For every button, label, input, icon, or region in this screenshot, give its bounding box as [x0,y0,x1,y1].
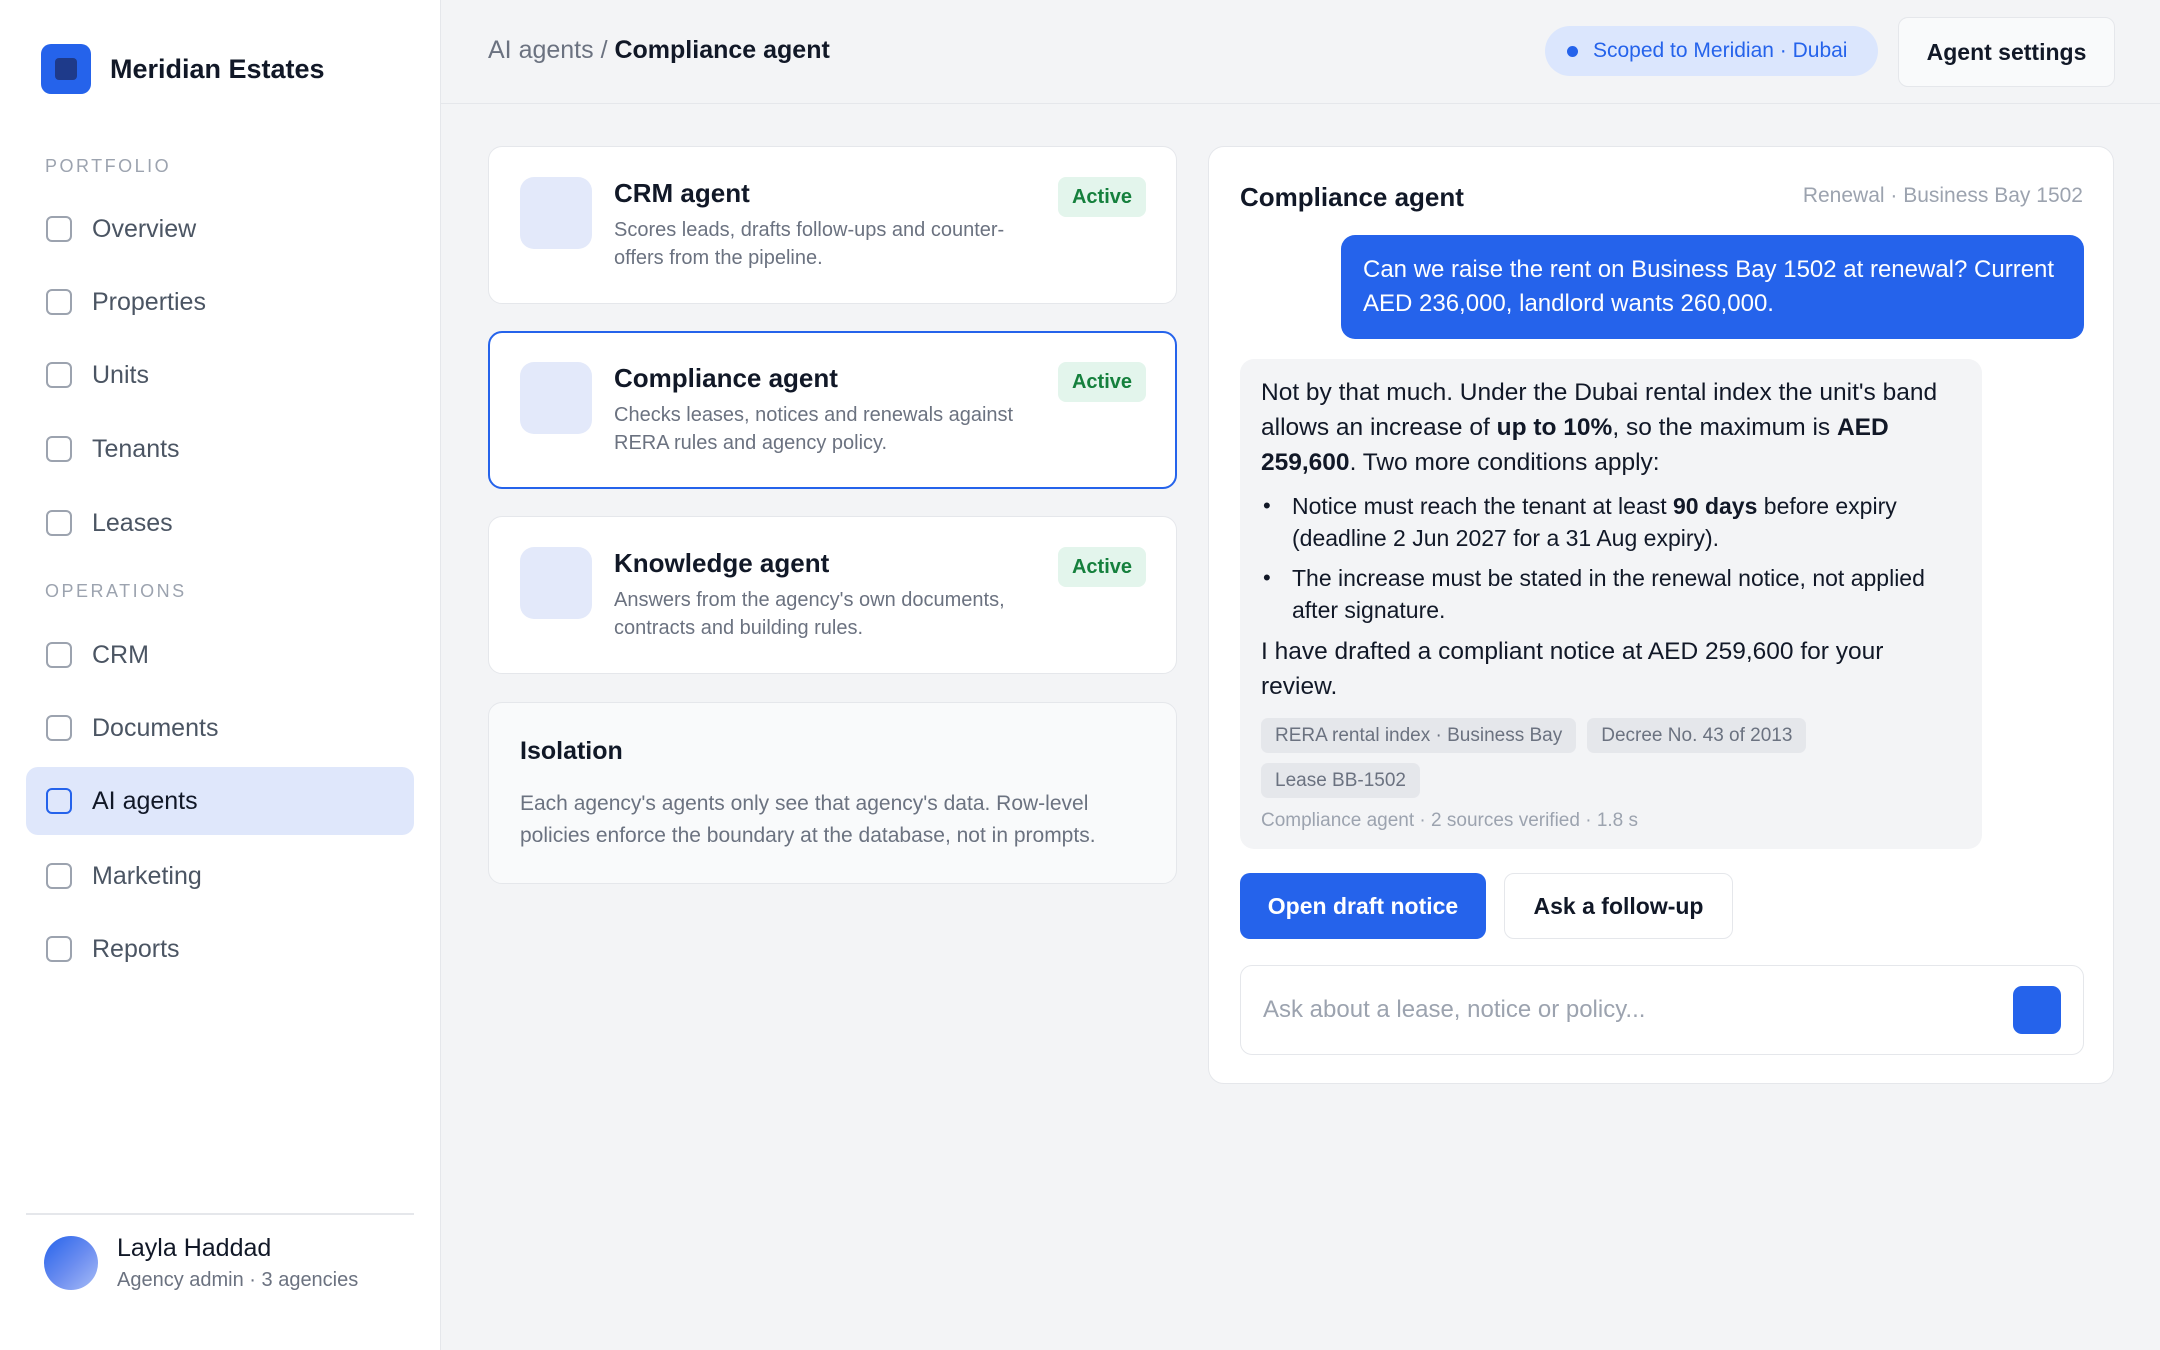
sidebar-item-label: CRM [92,640,149,669]
sidebar-item-ai-agents[interactable]: AI agents [26,767,414,835]
agent-card-crm[interactable]: CRM agent Scores leads, drafts follow-up… [488,146,1177,304]
sidebar-item-reports[interactable]: Reports [26,915,414,983]
sidebar-divider [26,1213,414,1215]
source-chip[interactable]: Lease BB-1502 [1261,763,1420,798]
reply-condition: Notice must reach the tenant at least 90… [1261,490,1961,554]
status-dot-icon [1567,45,1578,57]
agent-reply: Not by that much. Under the Dubai rental… [1240,359,1982,849]
sidebar-item-label: Marketing [92,861,202,890]
sidebar-item-tenants[interactable]: Tenants [26,415,414,483]
source-chip[interactable]: Decree No. 43 of 2013 [1587,718,1807,753]
breadcrumb-separator: / [593,36,615,64]
sidebar-item-documents[interactable]: Documents [26,694,414,762]
chat-context: Renewal · Business Bay 1502 [1802,184,2083,207]
agent-card-knowledge[interactable]: Knowledge agent Answers from the agency'… [488,516,1177,674]
open-draft-notice-button[interactable]: Open draft notice [1240,873,1486,939]
sidebar-item-label: Overview [92,214,197,243]
square-icon [46,289,72,315]
ask-follow-up-button[interactable]: Ask a follow-up [1504,873,1733,939]
source-chips: RERA rental index · Business Bay Decree … [1261,718,1841,808]
chat-input[interactable] [1263,988,1983,1032]
reply-emphasis: 90 days [1672,493,1758,519]
scope-label: Scoped to Meridian · Dubai [1593,39,1848,62]
sidebar-item-label: Units [92,360,149,389]
breadcrumb: AI agents / Compliance agent [488,36,830,65]
reply-condition: The increase must be stated in the renew… [1261,562,1961,626]
chat-title: Compliance agent [1240,182,1464,212]
scope-badge: Scoped to Meridian · Dubai [1545,26,1878,76]
sidebar-item-crm[interactable]: CRM [26,621,414,689]
agent-description: Scores leads, drafts follow-ups and coun… [614,219,1005,269]
brand-name: Meridian Estates [110,53,325,84]
sidebar-item-properties[interactable]: Properties [26,268,414,336]
agent-name: Knowledge agent [614,548,830,578]
user-name: Layla Haddad [117,1234,272,1262]
avatar [44,1236,98,1290]
status-badge: Active [1057,547,1146,587]
square-icon [46,788,72,814]
agent-icon [520,177,592,249]
building-logo-icon [41,44,91,94]
send-icon[interactable] [2013,986,2061,1034]
square-icon [46,510,72,536]
sidebar-item-label: Documents [92,713,219,742]
reply-text: . Two more conditions apply: [1349,449,1660,476]
square-icon [46,863,72,889]
agent-icon [520,362,592,434]
breadcrumb-parent[interactable]: AI agents [488,36,594,64]
breadcrumb-current: Compliance agent [614,36,830,64]
square-icon [46,216,72,242]
square-icon [46,436,72,462]
reply-conditions-list: Notice must reach the tenant at least 90… [1261,490,1961,626]
agent-name: CRM agent [614,178,750,208]
chat-panel: Compliance agent Renewal · Business Bay … [1208,146,2114,1084]
sidebar-item-label: Properties [92,287,206,316]
reply-text: Notice must reach the tenant at least [1292,493,1673,519]
agent-icon [520,547,592,619]
square-icon [46,715,72,741]
source-chip[interactable]: RERA rental index · Business Bay [1261,718,1577,753]
sidebar-item-marketing[interactable]: Marketing [26,842,414,910]
agent-settings-button[interactable]: Agent settings [1898,17,2115,87]
reply-paragraph: Not by that much. Under the Dubai rental… [1261,375,1961,480]
sidebar-item-label: Tenants [92,434,180,463]
top-bar: AI agents / Compliance agent Scoped to M… [441,0,2160,104]
reply-paragraph: I have drafted a compliant notice at AED… [1261,638,1884,700]
user-role: Agency admin · 3 agencies [117,1269,359,1291]
isolation-title: Isolation [520,737,623,765]
isolation-card: Isolation Each agency's agents only see … [488,702,1177,884]
status-badge: Active [1057,362,1146,402]
agent-description: Answers from the agency's own documents,… [614,589,1005,639]
sidebar-item-label: AI agents [92,786,198,815]
user-message: Can we raise the rent on Business Bay 15… [1341,235,2084,339]
isolation-body: Each agency's agents only see that agenc… [520,792,1096,847]
sidebar-item-label: Reports [92,934,180,963]
agent-card-compliance[interactable]: Compliance agent Checks leases, notices … [488,331,1177,489]
chat-composer [1240,965,2084,1055]
status-badge: Active [1057,177,1146,217]
sidebar-item-units[interactable]: Units [26,341,414,409]
square-icon [46,642,72,668]
square-icon [46,936,72,962]
section-label-operations: OPERATIONS [45,581,187,601]
sidebar-item-label: Leases [92,508,173,537]
agent-description: Checks leases, notices and renewals agai… [614,404,1014,454]
reply-text: , so the maximum is [1612,414,1837,441]
brand[interactable]: Meridian Estates [41,44,325,94]
sidebar: Meridian Estates PORTFOLIO Overview Prop… [0,0,441,1350]
sidebar-item-overview[interactable]: Overview [26,195,414,263]
agent-name: Compliance agent [614,363,838,393]
section-label-portfolio: PORTFOLIO [45,156,172,176]
reply-emphasis: up to 10% [1496,414,1613,441]
user-profile[interactable]: Layla Haddad Agency admin · 3 agencies [44,1234,358,1292]
sidebar-item-leases[interactable]: Leases [26,489,414,557]
square-icon [46,362,72,388]
reply-meta: Compliance agent · 2 sources verified · … [1261,810,1639,831]
